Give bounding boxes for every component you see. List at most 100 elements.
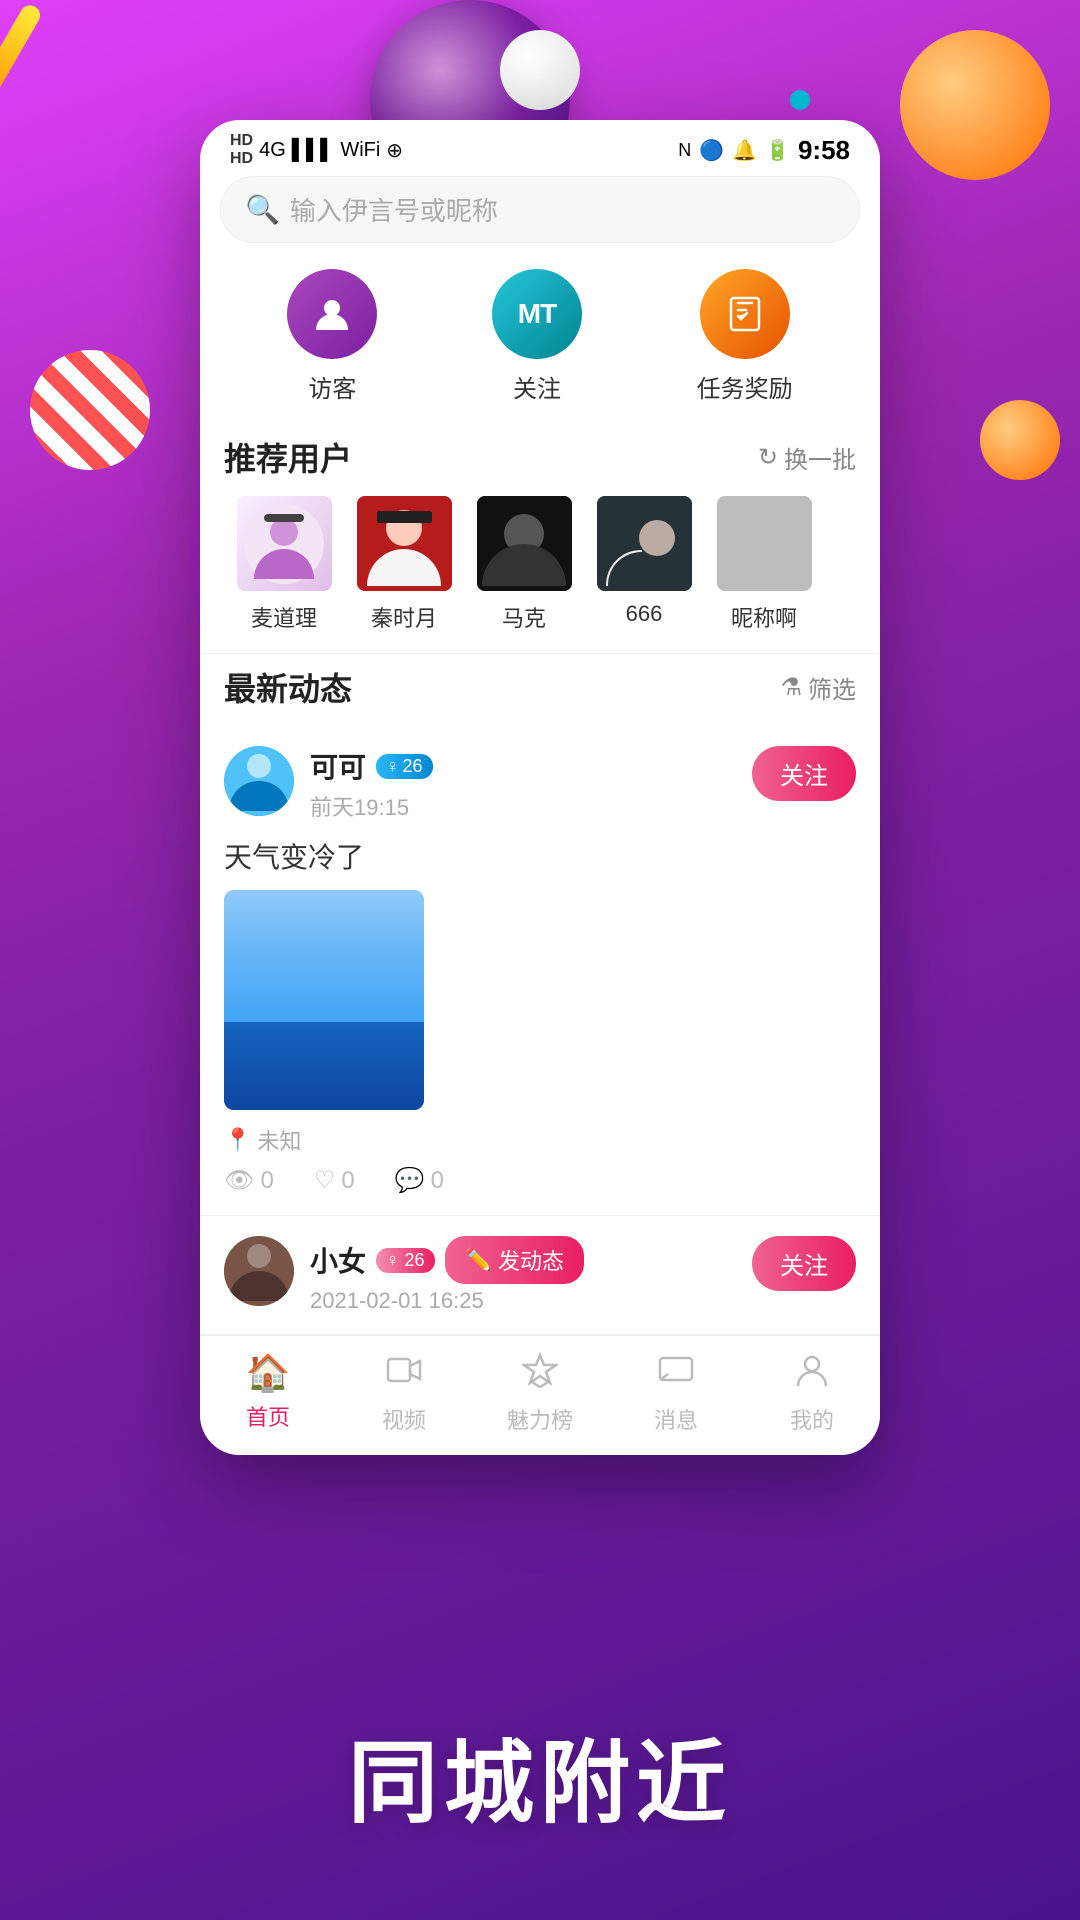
filter-icon: ⚗: [780, 673, 802, 702]
recommended-title: 推荐用户: [224, 434, 352, 480]
quick-action-follow[interactable]: MT 关注: [492, 269, 582, 404]
feed-content-text-1: 天气变冷了: [224, 836, 856, 876]
nav-home-label: 首页: [246, 1400, 290, 1432]
follow-icon: MT: [492, 269, 582, 359]
nav-video-label: 视频: [382, 1403, 426, 1435]
phone-frame: HDHD 4G ▌▌▌ WiFi ⊕ N 🔵 🔔 🔋 9:58 🔍 输入伊言号或…: [200, 120, 880, 1455]
bottom-tagline: 同城附近: [0, 1710, 1080, 1840]
search-placeholder: 输入伊言号或昵称: [290, 191, 498, 228]
signal-4g: 4G: [259, 139, 286, 162]
rec-user-name-1: 麦道理: [251, 601, 317, 633]
nav-profile[interactable]: 我的: [762, 1352, 862, 1435]
nav-message-label: 消息: [654, 1403, 698, 1435]
feed-image-1[interactable]: [224, 890, 424, 1110]
feed-avatar-1[interactable]: [224, 746, 294, 816]
like-icon: ♡: [314, 1166, 336, 1195]
feed-location-1: 📍 未知: [224, 1124, 856, 1156]
charge-icon: ⊕: [386, 138, 403, 163]
location-icon: 📍: [224, 1127, 251, 1153]
search-icon: 🔍: [245, 193, 280, 226]
nav-home[interactable]: 🏠 首页: [218, 1352, 318, 1435]
signal-bars: ▌▌▌: [292, 139, 335, 162]
sea-portion: [224, 1022, 424, 1110]
views-icon: 👁: [224, 1166, 254, 1195]
feed-username-row-2: 小女 ♀ 26 ✏️ 发动态: [310, 1236, 736, 1284]
feed-time-1: 前天19:15: [310, 790, 736, 822]
feed-username-row-1: 可可 ♀ 26: [310, 746, 736, 786]
rec-avatar-2: [357, 496, 452, 591]
charm-icon: [522, 1352, 558, 1397]
bottom-nav: 🏠 首页 视频 魅力榜: [200, 1335, 880, 1455]
status-right: N 🔵 🔔 🔋 9:58: [678, 135, 850, 166]
quick-actions: 访客 MT 关注 任务奖励: [200, 259, 880, 424]
status-left: HDHD 4G ▌▌▌ WiFi ⊕: [230, 132, 403, 168]
refresh-batch-button[interactable]: ↻ 换一批: [758, 440, 856, 475]
nav-video[interactable]: 视频: [354, 1352, 454, 1435]
follow-label: 关注: [513, 369, 561, 404]
feed-section: 最新动态 ⚗ 筛选 可可: [200, 653, 880, 1335]
rec-user-2[interactable]: 秦时月: [344, 496, 464, 633]
rec-avatar-4: [597, 496, 692, 591]
hd-icon: HDHD: [230, 132, 253, 168]
feed-filter-button[interactable]: ⚗ 筛选: [780, 670, 856, 705]
task-label: 任务奖励: [697, 369, 793, 404]
recommended-section-header: 推荐用户 ↻ 换一批: [200, 424, 880, 496]
video-icon: [386, 1352, 422, 1397]
visitor-icon: [287, 269, 377, 359]
search-bar[interactable]: 🔍 输入伊言号或昵称: [220, 176, 860, 243]
profile-icon: [794, 1352, 830, 1397]
recommended-users-list: 麦道理 秦时月 马克: [200, 496, 880, 653]
feed-header-2: 小女 ♀ 26 ✏️ 发动态 2021-02-01 16:25 关注: [224, 1236, 856, 1314]
rec-avatar-3: [477, 496, 572, 591]
feed-header-1: 可可 ♀ 26 前天19:15 关注: [224, 746, 856, 822]
quick-action-visitor[interactable]: 访客: [287, 269, 377, 404]
feed-time-2: 2021-02-01 16:25: [310, 1288, 736, 1314]
rec-user-3[interactable]: 马克: [464, 496, 584, 633]
wifi-icon: WiFi: [340, 139, 380, 162]
feed-likes[interactable]: ♡ 0: [314, 1166, 355, 1195]
feed-username-1: 可可: [310, 746, 366, 786]
feed-avatar-2[interactable]: [224, 1236, 294, 1306]
rec-user-1[interactable]: 麦道理: [224, 496, 344, 633]
nav-message[interactable]: 消息: [626, 1352, 726, 1435]
feed-follow-btn-2[interactable]: 关注: [752, 1236, 856, 1291]
quick-action-task[interactable]: 任务奖励: [697, 269, 793, 404]
rec-user-name-5: 昵称啊: [731, 601, 797, 633]
task-icon: [700, 269, 790, 359]
feed-views: 👁 0: [224, 1166, 274, 1195]
rec-user-name-2: 秦时月: [371, 601, 437, 633]
nav-profile-label: 我的: [790, 1403, 834, 1435]
feed-user-info-1: 可可 ♀ 26 前天19:15: [310, 746, 736, 822]
comment-icon: 💬: [395, 1166, 425, 1195]
refresh-icon: ↻: [758, 443, 778, 472]
rec-user-name-4: 666: [626, 601, 663, 627]
post-action-btn[interactable]: ✏️ 发动态: [445, 1236, 584, 1284]
feed-item-1: 可可 ♀ 26 前天19:15 关注 天气变冷了 📍 未知: [200, 726, 880, 1216]
mute-icon: 🔔: [732, 138, 757, 163]
rec-avatar-5: [717, 496, 812, 591]
nav-charm[interactable]: 魅力榜: [490, 1352, 590, 1435]
status-bar: HDHD 4G ▌▌▌ WiFi ⊕ N 🔵 🔔 🔋 9:58: [200, 120, 880, 176]
rec-user-4[interactable]: 666: [584, 496, 704, 633]
rec-avatar-1: [237, 496, 332, 591]
feed-username-2: 小女: [310, 1240, 366, 1280]
feed-gender-badge-1: ♀ 26: [376, 754, 433, 779]
bluetooth-icon: 🔵: [699, 138, 724, 163]
feed-user-info-2: 小女 ♀ 26 ✏️ 发动态 2021-02-01 16:25: [310, 1236, 736, 1314]
nav-charm-label: 魅力榜: [507, 1403, 573, 1435]
feed-item-2: 小女 ♀ 26 ✏️ 发动态 2021-02-01 16:25 关注: [200, 1216, 880, 1335]
message-icon: [658, 1352, 694, 1397]
feed-section-header: 最新动态 ⚗ 筛选: [200, 654, 880, 726]
feed-follow-btn-1[interactable]: 关注: [752, 746, 856, 801]
nfc-icon: N: [678, 140, 691, 161]
edit-icon: ✏️: [465, 1247, 492, 1273]
feed-gender-badge-2: ♀ 26: [376, 1248, 435, 1273]
sky-portion: [224, 890, 424, 1022]
rec-user-name-3: 马克: [502, 601, 546, 633]
clock: 9:58: [798, 135, 850, 166]
battery-icon: 🔋: [765, 138, 790, 163]
feed-comments[interactable]: 💬 0: [395, 1166, 444, 1195]
feed-actions-1: 👁 0 ♡ 0 💬 0: [224, 1166, 856, 1195]
feed-title: 最新动态: [224, 664, 352, 710]
rec-user-5[interactable]: 昵称啊: [704, 496, 824, 633]
